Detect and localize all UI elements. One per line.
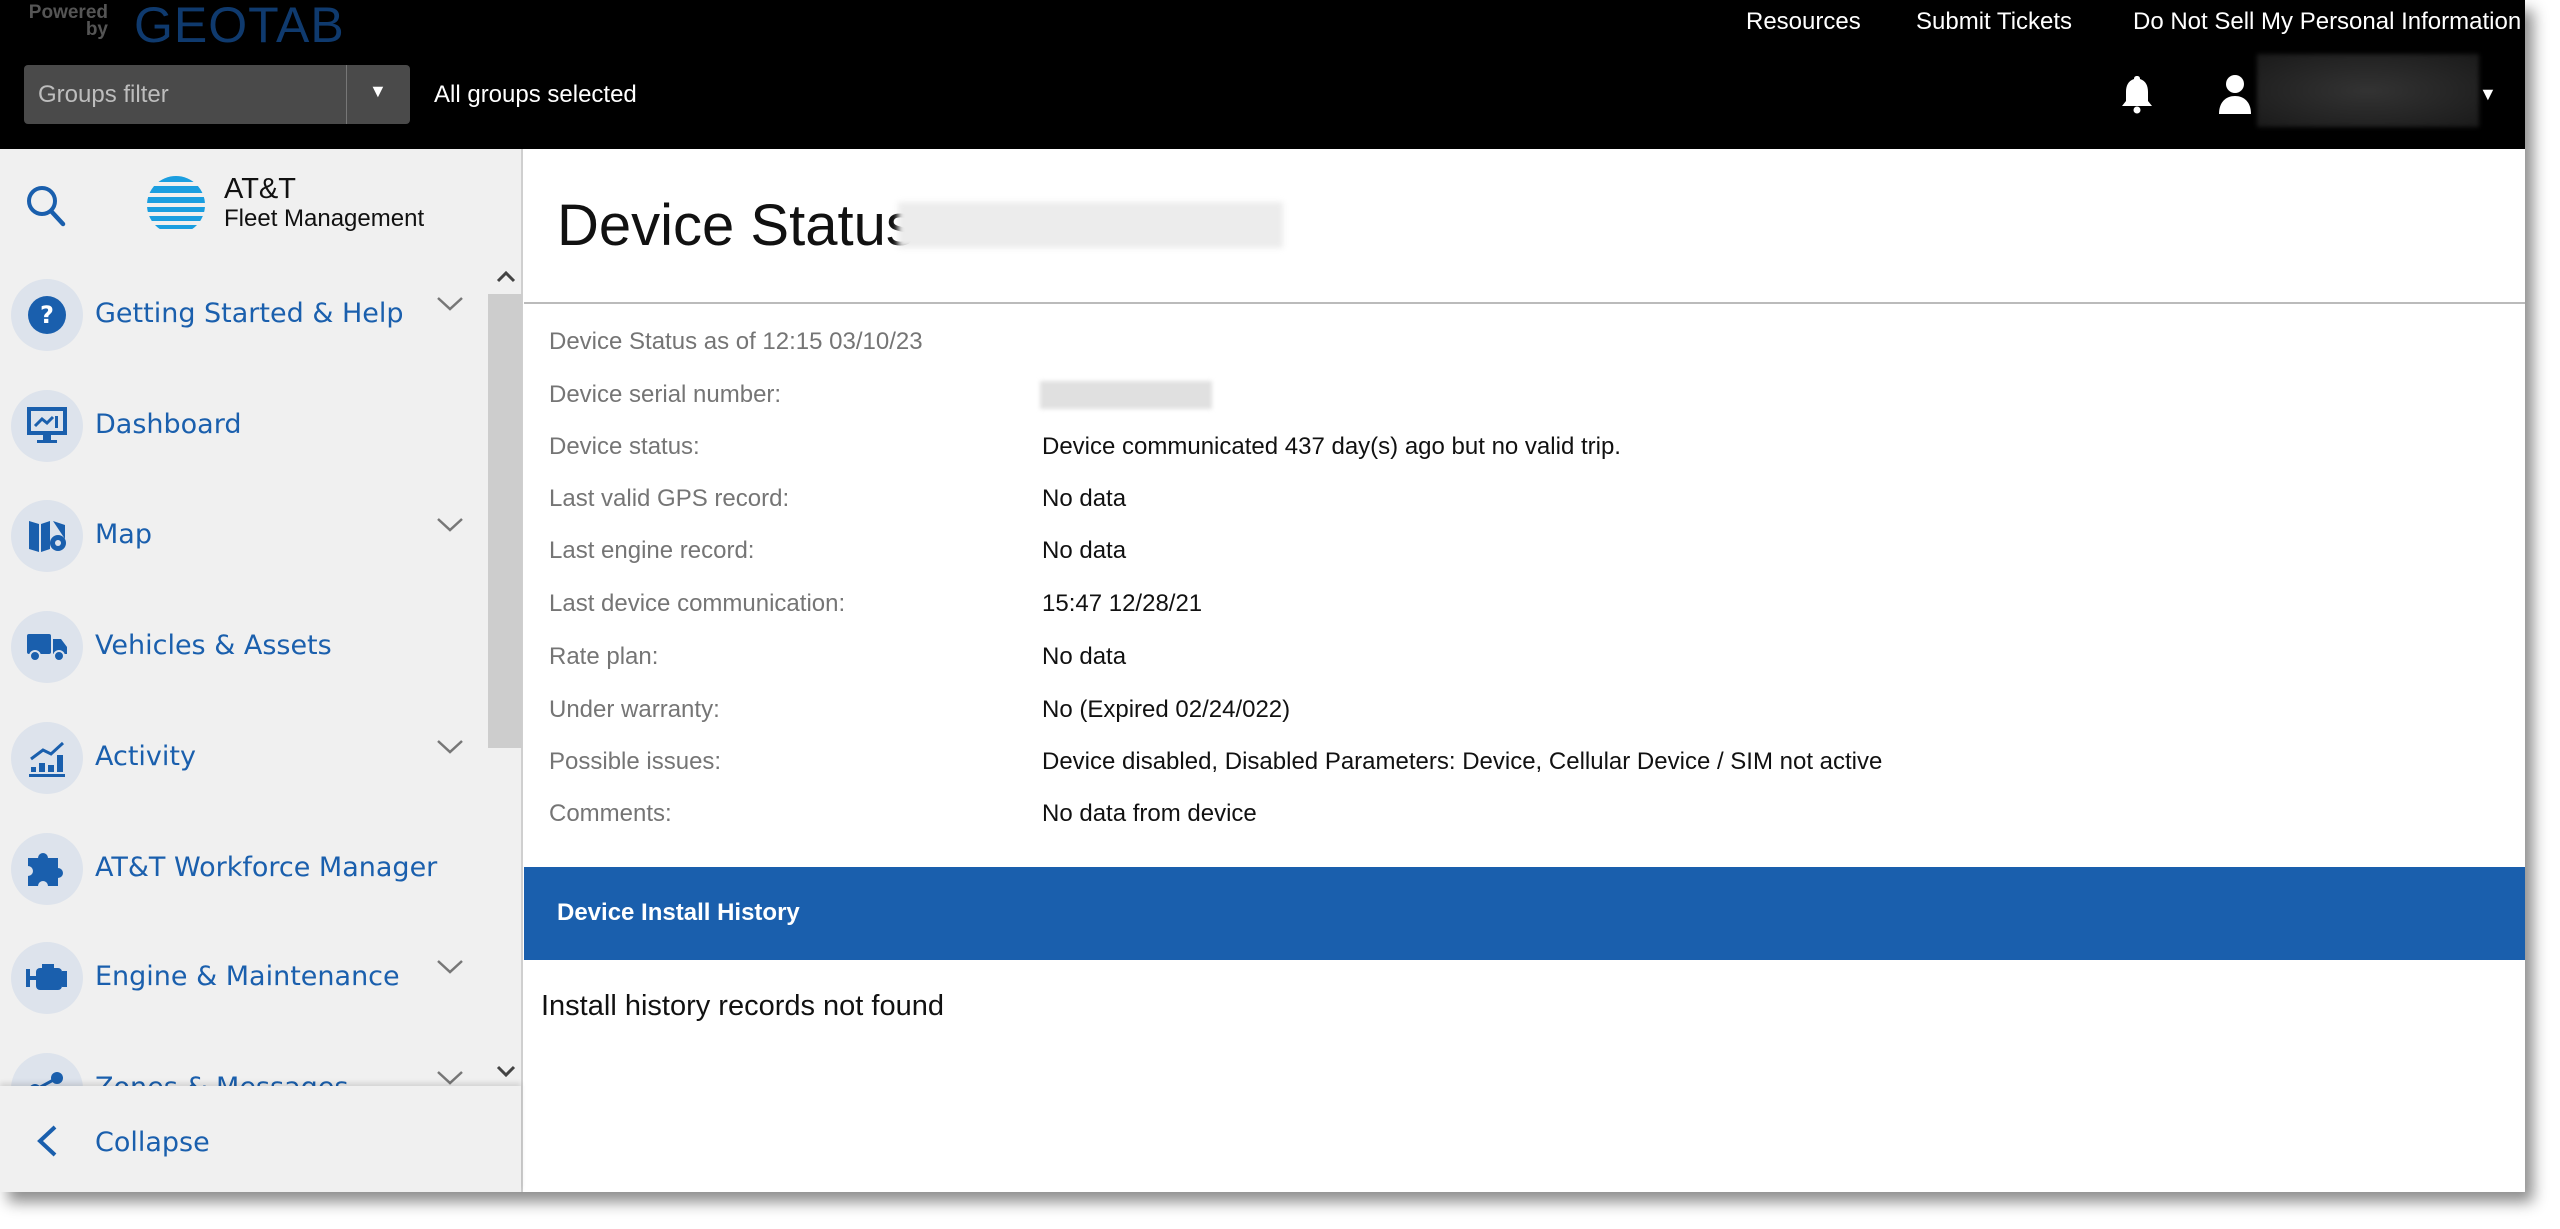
install-history-empty-message: Install history records not found bbox=[541, 990, 944, 1022]
detail-label: Comments: bbox=[549, 800, 672, 827]
install-history-header: Device Install History bbox=[524, 867, 2525, 960]
sidebar-item-label: Getting Started & Help bbox=[95, 298, 404, 329]
dashboard-monitor-icon bbox=[11, 390, 83, 462]
detail-label: Last device communication: bbox=[549, 590, 846, 617]
map-icon bbox=[11, 500, 83, 572]
search-icon[interactable] bbox=[24, 183, 68, 232]
detail-value: Device communicated 437 day(s) ago but n… bbox=[1042, 433, 1621, 460]
sidebar-item-label: Map bbox=[95, 519, 152, 550]
sidebar-item-dashboard[interactable]: Dashboard bbox=[0, 381, 488, 471]
engine-icon bbox=[11, 942, 83, 1014]
detail-value: Device disabled, Disabled Parameters: De… bbox=[1042, 748, 1883, 775]
detail-label: Possible issues: bbox=[549, 748, 722, 775]
groups-status: All groups selected bbox=[434, 81, 637, 108]
powered-by-label: Powered by bbox=[28, 2, 108, 40]
detail-value: No data from device bbox=[1042, 800, 1257, 827]
detail-label: Last engine record: bbox=[549, 537, 755, 564]
chevron-left-icon bbox=[37, 1125, 57, 1157]
detail-value: No (Expired 02/24/022) bbox=[1042, 696, 1291, 723]
detail-label: Last valid GPS record: bbox=[549, 485, 790, 512]
att-globe-logo bbox=[146, 174, 206, 241]
chevron-down-icon[interactable] bbox=[435, 515, 465, 535]
logo-line1: AT&T bbox=[224, 173, 296, 205]
app-window: Powered by GEOTAB Groups filter ▼ All gr… bbox=[0, 0, 2525, 1192]
detail-label: Under warranty: bbox=[549, 696, 720, 723]
bell-icon[interactable] bbox=[2120, 74, 2154, 119]
sidebar-item-label: Activity bbox=[95, 741, 196, 772]
collapse-button[interactable]: Collapse bbox=[0, 1086, 521, 1192]
sidebar-item-label: Zones & Messages bbox=[95, 1072, 348, 1086]
detail-value: No data bbox=[1042, 643, 1127, 670]
sidebar-item-map[interactable]: Map bbox=[0, 491, 488, 581]
sidebar-item-engine-maintenance[interactable]: Engine & Maintenance bbox=[0, 933, 488, 1023]
svg-text:?: ? bbox=[40, 301, 54, 329]
geotab-logo: GEOTAB bbox=[134, 0, 345, 53]
att-fleet-logo-text: AT&T Fleet Management bbox=[224, 174, 424, 234]
collapse-label: Collapse bbox=[95, 1127, 210, 1158]
page-title: Device Status bbox=[557, 193, 915, 258]
sidebar-item-zones-messages[interactable]: Zones & Messages bbox=[0, 1044, 488, 1086]
sidebar-item-at-t-workforce-manager[interactable]: AT&T Workforce Manager bbox=[0, 824, 488, 914]
detail-value: No data bbox=[1042, 537, 1127, 564]
do-not-sell-link[interactable]: Do Not Sell My Personal Information bbox=[2133, 8, 2521, 36]
help-circle-icon: ? bbox=[11, 279, 83, 351]
user-menu-caret-icon[interactable]: ▼ bbox=[2479, 84, 2497, 105]
chevron-down-icon[interactable] bbox=[435, 957, 465, 977]
chevron-down-icon[interactable] bbox=[435, 737, 465, 757]
detail-value: No data bbox=[1042, 485, 1127, 512]
sidebar-item-activity[interactable]: Activity bbox=[0, 713, 488, 803]
logo-line2: Fleet Management bbox=[224, 205, 425, 232]
device-name-redacted bbox=[898, 202, 1283, 248]
sidebar-item-label: Vehicles & Assets bbox=[95, 630, 332, 661]
divider bbox=[346, 65, 347, 124]
caret-down-icon[interactable]: ▼ bbox=[369, 81, 387, 102]
groups-filter-input[interactable]: Groups filter bbox=[38, 81, 169, 109]
chevron-down-icon[interactable] bbox=[435, 294, 465, 314]
user-icon[interactable] bbox=[2218, 74, 2252, 119]
sidebar-item-getting-started-help[interactable]: ? Getting Started & Help bbox=[0, 270, 488, 360]
scroll-up-icon[interactable] bbox=[496, 270, 516, 284]
resources-link[interactable]: Resources bbox=[1746, 8, 1861, 36]
submit-tickets-link[interactable]: Submit Tickets bbox=[1916, 8, 2072, 36]
scrollbar-thumb[interactable] bbox=[488, 294, 522, 748]
detail-label: Device status: bbox=[549, 433, 700, 460]
activity-chart-icon bbox=[11, 722, 83, 794]
sidebar-nav: ? Getting Started & Help Dashboard Map Vehic… bbox=[0, 262, 488, 1086]
detail-value: 15:47 12/28/21 bbox=[1042, 590, 1203, 617]
puzzle-icon bbox=[11, 833, 83, 905]
serial-number-redacted bbox=[1040, 381, 1212, 409]
zones-icon bbox=[11, 1053, 83, 1086]
scroll-down-icon[interactable] bbox=[496, 1064, 516, 1078]
top-bar: Powered by GEOTAB Groups filter ▼ All gr… bbox=[0, 0, 2525, 149]
truck-icon bbox=[11, 611, 83, 683]
sidebar-item-vehicles-assets[interactable]: Vehicles & Assets bbox=[0, 602, 488, 692]
groups-filter-dropdown[interactable]: Groups filter ▼ bbox=[24, 65, 410, 124]
user-name-redacted[interactable] bbox=[2257, 54, 2479, 127]
detail-label: Device serial number: bbox=[549, 381, 782, 408]
sidebar-item-label: Dashboard bbox=[95, 409, 242, 440]
chevron-down-icon[interactable] bbox=[435, 1068, 465, 1086]
install-history-title: Device Install History bbox=[557, 899, 800, 926]
sidebar-item-label: Engine & Maintenance bbox=[95, 961, 400, 992]
detail-label: Rate plan: bbox=[549, 643, 659, 670]
divider bbox=[524, 302, 2525, 304]
status-as-of-text: Device Status as of 12:15 03/10/23 bbox=[549, 328, 923, 355]
sidebar-item-label: AT&T Workforce Manager bbox=[95, 852, 438, 883]
